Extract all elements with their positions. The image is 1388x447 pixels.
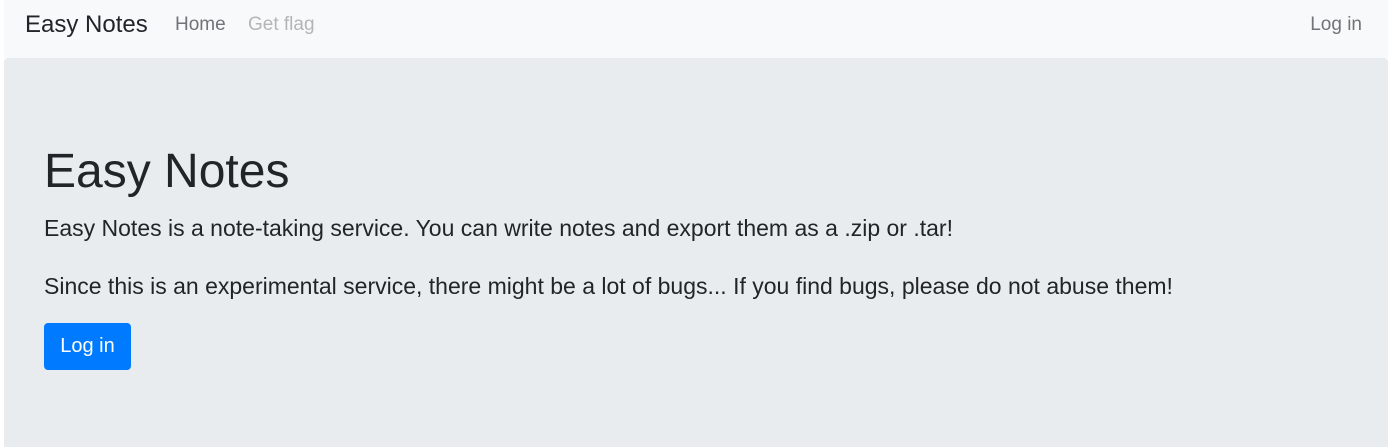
navbar: Easy Notes Home Get flag Log in — [4, 0, 1388, 58]
page: Easy Notes Home Get flag Log in Easy Not… — [0, 0, 1388, 447]
login-button[interactable]: Log in — [44, 323, 131, 370]
jumbotron: Easy Notes Easy Notes is a note-taking s… — [4, 58, 1388, 447]
lead-description: Easy Notes is a note-taking service. You… — [44, 215, 953, 241]
nav-link-home[interactable]: Home — [175, 13, 226, 37]
nav-link-get-flag[interactable]: Get flag — [248, 13, 315, 37]
navbar-brand[interactable]: Easy Notes — [25, 10, 148, 40]
nav-link-login[interactable]: Log in — [1310, 13, 1362, 37]
page-title: Easy Notes — [44, 145, 290, 198]
lead-warning: Since this is an experimental service, t… — [44, 273, 1173, 299]
